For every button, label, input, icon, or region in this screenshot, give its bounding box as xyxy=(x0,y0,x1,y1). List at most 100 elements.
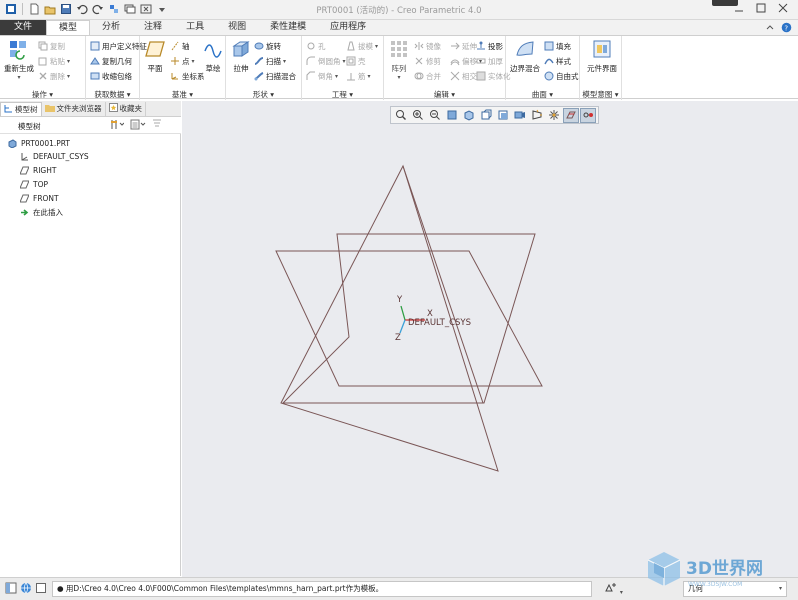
plane-button[interactable]: 平面 xyxy=(140,38,170,74)
tab-file[interactable]: 文件 xyxy=(0,20,47,35)
group-footer-datum[interactable]: 基准 ▾ xyxy=(140,89,225,99)
project-button[interactable]: 投影 xyxy=(476,40,503,52)
tree-filter-icon[interactable] xyxy=(152,119,162,132)
extend-button[interactable]: 延伸 xyxy=(450,40,477,52)
group-footer-surfaces[interactable]: 曲面 ▾ xyxy=(506,89,579,99)
tree-item-part[interactable]: PRT0001.PRT xyxy=(8,137,70,149)
refit-icon[interactable] xyxy=(393,108,409,123)
group-footer-engineering[interactable]: 工程 ▾ xyxy=(302,89,383,99)
tab-analysis[interactable]: 分析 xyxy=(90,20,132,35)
minimize-icon[interactable] xyxy=(728,0,750,16)
datum-planes-canvas xyxy=(275,164,543,472)
tree-item-top[interactable]: TOP xyxy=(20,178,48,190)
group-footer-editing[interactable]: 编辑 ▾ xyxy=(384,89,505,99)
tree-item-default-csys[interactable]: DEFAULT_CSYS xyxy=(20,150,89,162)
repaint-icon[interactable] xyxy=(444,108,460,123)
freestyle-button[interactable]: 自由式 xyxy=(544,70,579,82)
delete-button[interactable]: 删除 ▾ xyxy=(38,70,70,82)
chamfer-button[interactable]: 倒角 ▾ xyxy=(306,70,338,82)
extrude-label: 拉伸 xyxy=(233,64,249,73)
tab-flexible-modeling[interactable]: 柔性建模 xyxy=(258,20,318,35)
extrude-button[interactable]: 拉伸 xyxy=(226,38,256,74)
tab-view[interactable]: 视图 xyxy=(216,20,258,35)
tree-item-right[interactable]: RIGHT xyxy=(20,164,56,176)
fill-label: 填充 xyxy=(556,41,571,51)
zoom-in-icon[interactable] xyxy=(410,108,426,123)
round-button[interactable]: 倒圆角 ▾ xyxy=(306,55,346,67)
view-manager-icon[interactable] xyxy=(512,108,528,123)
pattern-button[interactable]: 阵列 ▾ xyxy=(384,38,414,81)
show-menu-icon[interactable] xyxy=(130,119,146,132)
tree-item-front[interactable]: FRONT xyxy=(20,192,59,204)
axis-icon xyxy=(170,41,180,51)
sweep-button[interactable]: 扫描 ▾ xyxy=(254,55,286,67)
csys-z-label: Z xyxy=(395,333,401,343)
tree-settings-icon[interactable] xyxy=(110,119,125,132)
tree-item-insert-here[interactable]: 在此插入 xyxy=(20,206,63,218)
hole-button[interactable]: 孔 xyxy=(306,40,326,52)
udf-button[interactable]: 用户定义特征 xyxy=(90,40,147,52)
shell-button[interactable]: 壳 xyxy=(346,55,366,67)
browser-icon[interactable] xyxy=(20,582,32,594)
full-screen-icon[interactable] xyxy=(35,582,47,594)
fill-icon xyxy=(544,41,554,51)
zoom-out-icon[interactable] xyxy=(427,108,443,123)
group-footer-shapes[interactable]: 形状 ▾ xyxy=(226,89,301,99)
freestyle-label: 自由式 xyxy=(556,71,579,81)
saved-orientations-icon[interactable] xyxy=(478,108,494,123)
annotation-display-icon[interactable] xyxy=(580,107,596,123)
help-icon[interactable]: ? xyxy=(781,22,792,35)
plane-icon xyxy=(144,38,166,60)
tab-tools[interactable]: 工具 xyxy=(174,20,216,35)
collapse-ribbon-icon[interactable] xyxy=(765,23,775,35)
boundary-blend-button[interactable]: 边界混合 xyxy=(508,38,542,74)
tab-annotate[interactable]: 注释 xyxy=(132,20,174,35)
mirror-button[interactable]: 镜像 xyxy=(414,40,441,52)
component-interface-button[interactable]: 元件界面 xyxy=(584,38,620,74)
toggle-navigator-icon[interactable] xyxy=(5,582,17,594)
thicken-button[interactable]: 加厚 xyxy=(476,55,503,67)
ribbon-tabs: 文件 模型 分析 注释 工具 视图 柔性建模 应用程序 ? xyxy=(0,20,798,35)
group-footer-model-intent[interactable]: 模型意图 ▾ xyxy=(580,89,621,99)
paste-button[interactable]: 粘贴 ▾ xyxy=(38,55,70,67)
point-button[interactable]: 点 ▾ xyxy=(170,55,195,67)
intersect-button[interactable]: 相交 xyxy=(450,70,477,82)
rib-button[interactable]: 筋 ▾ xyxy=(346,70,371,82)
regenerate-button[interactable]: 重新生成 ▾ xyxy=(2,38,36,81)
axis-button[interactable]: 轴 xyxy=(170,40,190,52)
tab-folder-browser[interactable]: 文件夹浏览器 xyxy=(42,101,106,116)
tab-applications[interactable]: 应用程序 xyxy=(318,20,378,35)
swept-blend-button[interactable]: 扫描混合 xyxy=(254,70,296,82)
datum-display-filters-icon[interactable] xyxy=(563,107,579,123)
trim-button[interactable]: 修剪 xyxy=(414,55,441,67)
merge-button[interactable]: 合并 xyxy=(414,70,441,82)
sketch-button[interactable]: 草绘 xyxy=(198,38,228,74)
watermark-title: 3D世界网 xyxy=(686,559,763,579)
group-footer-operations[interactable]: 操作 ▾ xyxy=(0,89,85,99)
display-style-icon[interactable] xyxy=(495,108,511,123)
chevron-down-icon: ▾ xyxy=(67,57,71,65)
shrinkwrap-button[interactable]: 收缩包络 xyxy=(90,70,132,82)
spin-center-icon[interactable] xyxy=(546,108,562,123)
thicken-label: 加厚 xyxy=(488,56,503,66)
tab-favorites[interactable]: 收藏夹 xyxy=(106,101,146,116)
draft-button[interactable]: 拔模 ▾ xyxy=(346,40,378,52)
close-icon[interactable] xyxy=(772,0,794,16)
window-title: PRT0001 (活动的) - Creo Parametric 4.0 xyxy=(316,6,482,16)
thicken-icon xyxy=(476,56,486,66)
copy-geometry-button[interactable]: 复制几何 xyxy=(90,55,132,67)
perspective-icon[interactable] xyxy=(529,108,545,123)
engineering-footer-label: 工程 xyxy=(331,90,347,99)
reorient-icon[interactable] xyxy=(461,108,477,123)
fill-button[interactable]: 填充 xyxy=(544,40,571,52)
graphics-window[interactable]: Y X Z DEFAULT_CSYS xyxy=(182,101,798,577)
tab-model-tree[interactable]: 模型树 xyxy=(0,101,42,116)
datum-plane-right-edge xyxy=(402,165,484,404)
smart-select-button[interactable]: ▾ xyxy=(604,582,623,596)
revolve-button[interactable]: 旋转 xyxy=(254,40,281,52)
group-footer-get-data[interactable]: 获取数据 ▾ xyxy=(86,89,139,99)
style-button[interactable]: 样式 xyxy=(544,55,571,67)
copy-button[interactable]: 复制 xyxy=(38,40,65,52)
maximize-icon[interactable] xyxy=(750,0,772,16)
tab-model[interactable]: 模型 xyxy=(46,20,91,35)
